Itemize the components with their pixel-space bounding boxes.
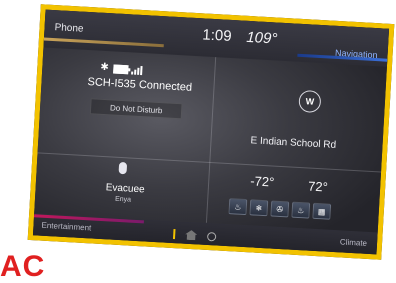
battery-icon (113, 63, 129, 74)
current-street[interactable]: E Indian School Rd (250, 135, 336, 151)
clock: 1:09 (201, 26, 233, 45)
home-icon[interactable] (185, 230, 198, 241)
screen-surface: Phone 1:09 109° Navigation ✱ SCH-I535 Co… (32, 9, 390, 255)
climate-button-row: ♨ ❄ ✇ ♨ ▦ (228, 198, 332, 220)
tab-climate[interactable]: Climate (340, 237, 368, 248)
rear-defrost-icon[interactable]: ▦ (312, 202, 332, 220)
compass-icon[interactable]: W (298, 89, 322, 114)
bottom-center-icons (172, 229, 217, 241)
seat-cool-left-icon[interactable]: ❄ (249, 199, 269, 217)
signal-strength-icon (131, 65, 143, 75)
marker-icon (172, 229, 176, 240)
phone-connection-status[interactable]: SCH-I535 Connected (87, 76, 192, 94)
usb-media-icon (118, 161, 128, 175)
outside-temperature: 109° (245, 28, 278, 48)
phone-status-icons: ✱ (100, 61, 143, 75)
photo-frame: Phone 1:09 109° Navigation ✱ SCH-I535 Co… (0, 0, 396, 282)
driver-temperature[interactable]: -72° (250, 173, 275, 189)
passenger-temperature[interactable]: 72° (308, 179, 328, 195)
infotainment-screen: Phone 1:09 109° Navigation ✱ SCH-I535 Co… (27, 4, 395, 260)
fan-icon[interactable]: ✇ (270, 200, 290, 218)
track-title[interactable]: Evacuee (105, 182, 144, 195)
tab-entertainment[interactable]: Entertainment (41, 221, 91, 233)
bluetooth-icon: ✱ (100, 61, 110, 74)
quadrant-divider-vertical (205, 57, 217, 223)
search-icon[interactable] (206, 231, 217, 241)
do-not-disturb-button[interactable]: Do Not Disturb (89, 98, 183, 120)
top-status-bar: Phone 1:09 109° Navigation (43, 9, 390, 67)
red-logo-fragment: AC (0, 250, 46, 283)
seat-heat-right-icon[interactable]: ♨ (291, 201, 311, 219)
tab-phone[interactable]: Phone (54, 22, 83, 35)
phone-accent-bar (43, 37, 164, 48)
track-artist: Enya (114, 195, 132, 204)
seat-heat-left-icon[interactable]: ♨ (228, 198, 248, 216)
